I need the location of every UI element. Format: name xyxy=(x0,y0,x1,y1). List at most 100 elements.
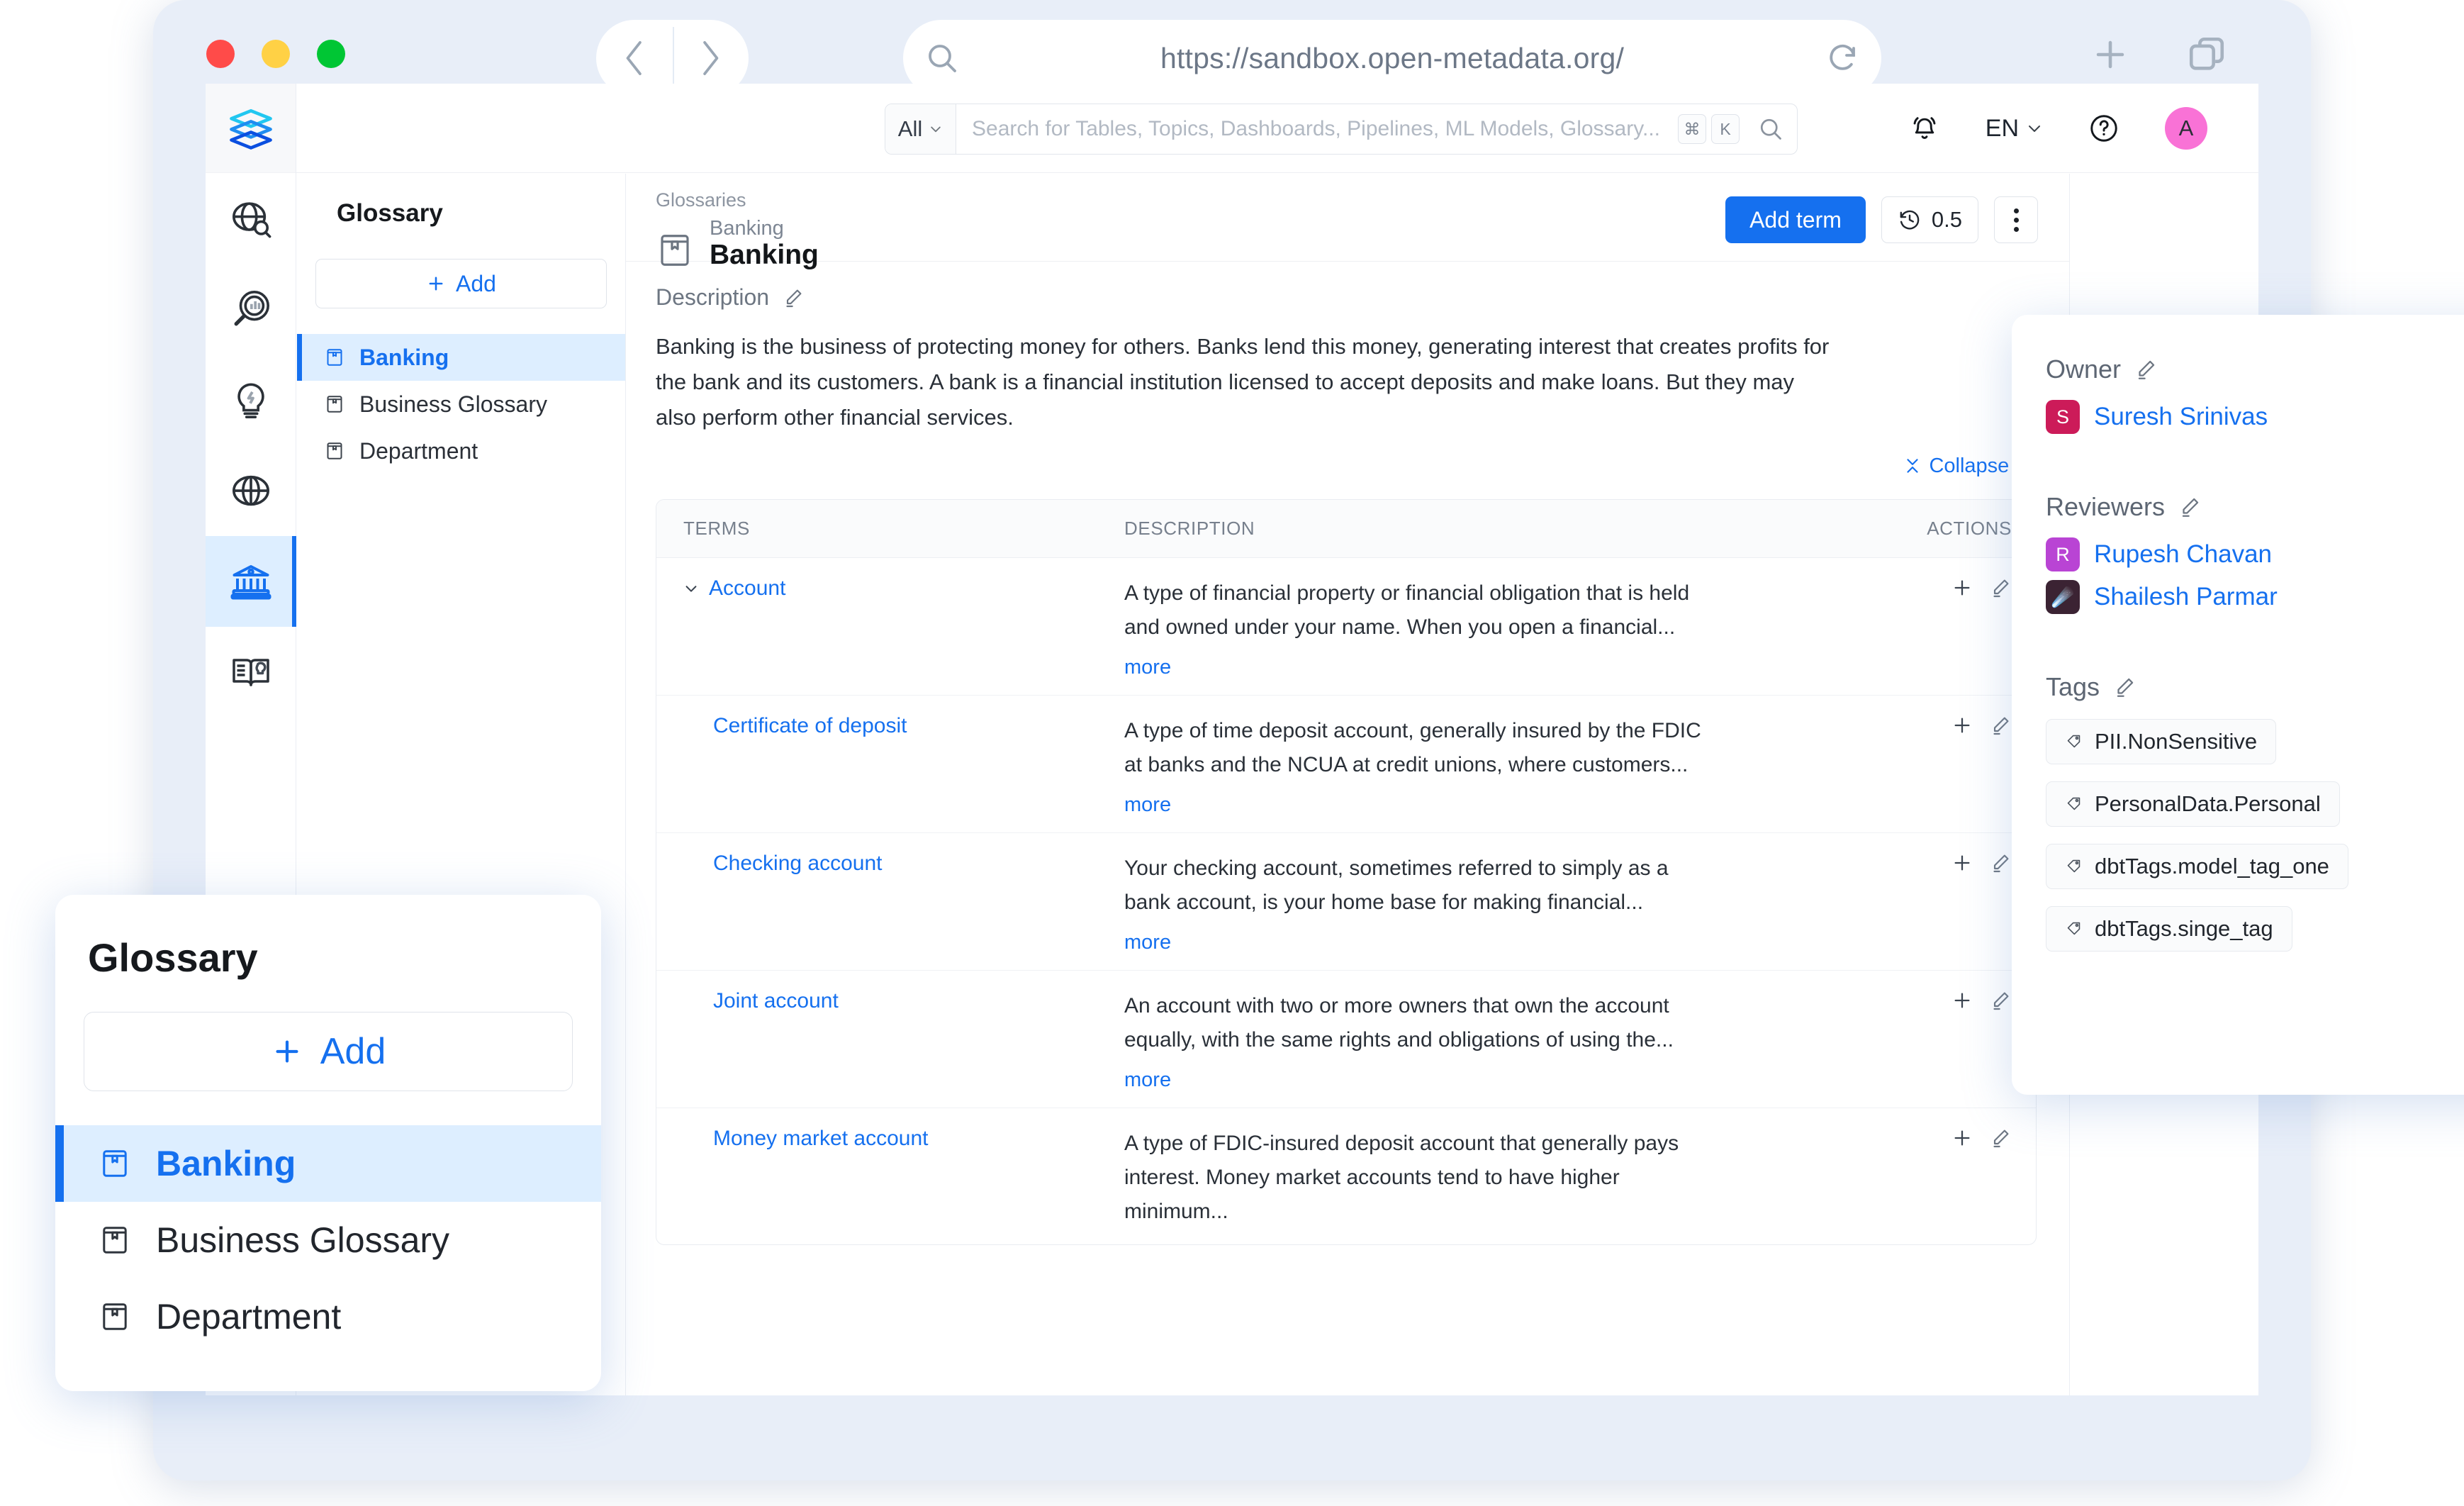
sidebar-item-department[interactable]: Department xyxy=(297,428,625,474)
plus-icon[interactable] xyxy=(1951,1127,1973,1149)
sidebar-item-banking[interactable]: Banking xyxy=(297,334,625,381)
help-circle-icon[interactable] xyxy=(2088,113,2119,144)
plus-icon[interactable] xyxy=(2090,34,2131,75)
copy-tabs-icon[interactable] xyxy=(2186,34,2227,75)
description-header: Description xyxy=(656,284,2037,311)
callout-item-banking[interactable]: Banking xyxy=(55,1125,601,1202)
collapse-all-button[interactable]: Collapse All xyxy=(626,454,2037,478)
language-selector[interactable]: EN xyxy=(1986,115,2043,143)
status-badge[interactable]: PII.NonSensitive xyxy=(2046,719,2277,764)
term-link[interactable]: Account xyxy=(683,576,1124,601)
avatar: ☄️ xyxy=(2046,580,2080,614)
reviewer-name: Rupesh Chavan xyxy=(2094,540,2272,568)
tag-label: PersonalData.Personal xyxy=(2095,791,2321,816)
tag-label: dbtTags.singe_tag xyxy=(2095,916,2273,941)
comet-emoji-icon: ☄️ xyxy=(2051,586,2075,608)
tags-list: PII.NonSensitive PersonalData.Personal d… xyxy=(2046,702,2464,952)
owner-section-header: Owner xyxy=(2046,355,2464,384)
sidebar-item-label: Banking xyxy=(359,344,449,370)
pencil-edit-icon[interactable] xyxy=(1989,989,2012,1012)
pencil-edit-icon[interactable] xyxy=(1989,576,2012,599)
sidebar-item-glossary[interactable] xyxy=(206,627,296,718)
version-button[interactable]: 0.5 xyxy=(1881,196,1978,243)
more-link[interactable]: more xyxy=(1124,931,1859,954)
sidebar-item-explore[interactable] xyxy=(206,173,296,264)
maximize-window-button[interactable] xyxy=(317,40,345,68)
plus-icon[interactable] xyxy=(1951,852,1973,874)
more-link[interactable]: more xyxy=(1124,1069,1859,1092)
window-traffic-lights xyxy=(206,40,345,68)
tag-icon xyxy=(2065,920,2083,938)
search-scope-dropdown[interactable]: All xyxy=(885,104,956,154)
search-submit-icon[interactable] xyxy=(1745,116,1797,142)
owner-person[interactable]: S Suresh Srinivas xyxy=(2046,400,2464,434)
add-term-button[interactable]: Add term xyxy=(1725,196,1866,243)
sidebar-item-govern[interactable] xyxy=(206,536,296,627)
plus-icon[interactable] xyxy=(1951,714,1973,737)
plus-icon xyxy=(271,1035,303,1068)
callout-add-glossary-button[interactable]: Add xyxy=(84,1012,573,1091)
table-row: Certificate of deposit A type of time de… xyxy=(656,696,2036,833)
minimize-window-button[interactable] xyxy=(262,40,290,68)
reviewer-person[interactable]: ☄️ Shailesh Parmar xyxy=(2046,580,2464,614)
callout-item-business-glossary[interactable]: Business Glossary xyxy=(55,1202,601,1278)
pencil-edit-icon[interactable] xyxy=(1989,1127,2012,1149)
column-header-description: DESCRIPTION xyxy=(1124,517,1255,539)
sidebar-item-business-glossary[interactable]: Business Glossary xyxy=(297,381,625,428)
plus-icon[interactable] xyxy=(1951,576,1973,599)
avatar-initial: S xyxy=(2056,406,2069,428)
avatar: S xyxy=(2046,400,2080,434)
callout-item-label: Business Glossary xyxy=(156,1220,450,1260)
term-description: Your checking account, sometimes referre… xyxy=(1124,856,1669,914)
search-input[interactable] xyxy=(956,117,1678,141)
openmetadata-logo-icon[interactable] xyxy=(206,84,296,173)
close-window-button[interactable] xyxy=(206,40,235,68)
glossary-book-icon xyxy=(656,230,694,271)
bell-icon[interactable] xyxy=(1909,113,1940,144)
glossary-book-icon xyxy=(324,440,345,462)
pencil-edit-icon[interactable] xyxy=(2112,675,2137,699)
reload-icon[interactable] xyxy=(1803,41,1881,75)
more-options-button[interactable] xyxy=(1994,196,2038,243)
pencil-edit-icon[interactable] xyxy=(1989,714,2012,737)
global-search-bar[interactable]: All ⌘ K xyxy=(885,104,1798,155)
chevron-down-icon[interactable] xyxy=(683,581,699,596)
pencil-edit-icon[interactable] xyxy=(1989,852,2012,874)
status-badge[interactable]: dbtTags.model_tag_one xyxy=(2046,844,2348,889)
status-badge[interactable]: dbtTags.singe_tag xyxy=(2046,906,2292,952)
pencil-edit-icon[interactable] xyxy=(2134,357,2158,381)
pencil-edit-icon[interactable] xyxy=(782,286,805,309)
chevron-left-icon xyxy=(621,37,648,79)
more-link[interactable]: more xyxy=(1124,793,1859,817)
term-label: Joint account xyxy=(713,988,839,1013)
owner-name: Suresh Srinivas xyxy=(2094,403,2268,430)
status-badge[interactable]: PersonalData.Personal xyxy=(2046,781,2340,827)
term-link[interactable]: Joint account xyxy=(683,989,1124,1013)
pencil-edit-icon[interactable] xyxy=(2178,495,2202,519)
avatar: R xyxy=(2046,537,2080,571)
entity-type-label: Banking xyxy=(710,217,784,240)
app-top-bar: All ⌘ K EN xyxy=(296,84,2258,173)
terms-table: TERMS DESCRIPTION ACTIONS Account A type… xyxy=(656,498,2037,1245)
chevron-down-icon xyxy=(2026,120,2043,137)
glossary-book-icon xyxy=(98,1147,132,1181)
term-link[interactable]: Checking account xyxy=(683,852,1124,876)
plus-icon[interactable] xyxy=(1951,989,1973,1012)
term-link[interactable]: Money market account xyxy=(683,1127,1124,1151)
avatar[interactable]: A xyxy=(2165,107,2207,150)
more-link[interactable]: more xyxy=(1124,656,1859,679)
sidebar-item-insights[interactable] xyxy=(206,355,296,445)
description-block: Description Banking is the business of p… xyxy=(626,262,2069,436)
glossary-list: Banking Business Glossary Department xyxy=(297,334,625,474)
tags-label: Tags xyxy=(2046,672,2100,701)
entity-header-actions: Add term 0.5 xyxy=(1725,196,2038,243)
callout-item-department[interactable]: Department xyxy=(55,1278,601,1355)
term-label: Account xyxy=(709,576,786,600)
term-link[interactable]: Certificate of deposit xyxy=(683,714,1124,738)
sidebar-item-domains[interactable] xyxy=(206,445,296,536)
entity-title-texts: Banking Banking xyxy=(710,217,819,271)
reviewer-person[interactable]: R Rupesh Chavan xyxy=(2046,537,2464,571)
add-glossary-button[interactable]: Add xyxy=(315,259,607,308)
sidebar-item-quality[interactable] xyxy=(206,264,296,355)
tag-label: PII.NonSensitive xyxy=(2095,729,2258,754)
